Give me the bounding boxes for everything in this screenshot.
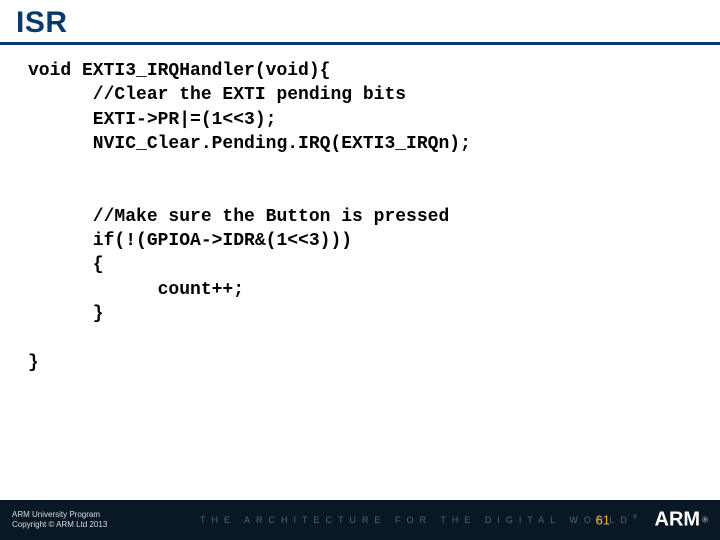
tagline-text: THE ARCHITECTURE FOR THE DIGITAL WORLD: [200, 515, 633, 525]
page-number: 61: [596, 513, 610, 528]
slide: ISR void EXTI3_IRQHandler(void){ //Clear…: [0, 0, 720, 540]
page-title: ISR: [16, 6, 704, 40]
code-line: EXTI->PR|=(1<<3);: [28, 110, 276, 130]
code-line: //Make sure the Button is pressed: [28, 207, 449, 227]
arm-logo: ARM®: [655, 509, 708, 532]
code-line: void EXTI3_IRQHandler(void){: [28, 61, 330, 81]
footer-copyright: Copyright © ARM Ltd 2013: [12, 520, 107, 530]
code-line: {: [28, 255, 104, 275]
logo-text: ARM: [655, 509, 701, 532]
slide-body: void EXTI3_IRQHandler(void){ //Clear the…: [0, 45, 720, 500]
code-line: }: [28, 304, 104, 324]
code-line: }: [28, 353, 39, 373]
code-line: if(!(GPIOA->IDR&(1<<3))): [28, 231, 352, 251]
code-line: count++;: [28, 280, 244, 300]
code-line: //Clear the EXTI pending bits: [28, 85, 406, 105]
code-block: void EXTI3_IRQHandler(void){ //Clear the…: [28, 59, 704, 375]
code-line: NVIC_Clear.Pending.IRQ(EXTI3_IRQn);: [28, 134, 471, 154]
footer-bar: ARM University Program Copyright © ARM L…: [0, 500, 720, 540]
footer-program: ARM University Program: [12, 510, 107, 520]
title-bar: ISR: [0, 0, 720, 45]
registered-mark: ®: [702, 516, 708, 525]
footer-tagline: THE ARCHITECTURE FOR THE DIGITAL WORLD®: [200, 515, 637, 525]
registered-mark: ®: [633, 515, 637, 521]
footer-credits: ARM University Program Copyright © ARM L…: [12, 510, 107, 531]
